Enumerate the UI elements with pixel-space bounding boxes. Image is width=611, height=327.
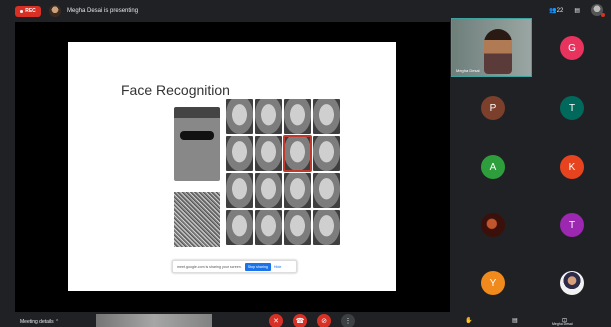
- meeting-details-button[interactable]: Meeting details ⌃: [20, 319, 59, 325]
- sharing-message: meet.google.com is sharing your screen.: [177, 264, 242, 269]
- face-thumbnail: [255, 99, 282, 134]
- face-thumbnail: [313, 136, 340, 171]
- face-thumbnail: [226, 136, 253, 171]
- bottom-bar: Meeting details ⌃ ✕ ☎ ⊘ ⋮ ✋ ▤ ⊡ Megha De…: [0, 312, 611, 327]
- participant-avatar-p[interactable]: P: [481, 96, 505, 120]
- presenting-text: Megha Desai is presenting: [67, 8, 139, 14]
- hangup-icon[interactable]: ☎: [293, 314, 307, 327]
- top-right-controls: 👥22 ▤: [549, 4, 605, 17]
- face-thumbnail: [226, 173, 253, 208]
- hide-button[interactable]: Hide: [274, 265, 281, 269]
- avatar-initial: G: [568, 42, 576, 54]
- people-icon[interactable]: 👥22: [549, 7, 563, 14]
- avatar-initial: T: [568, 102, 576, 114]
- face-with-sunglasses-image: [174, 107, 220, 181]
- chat-icon[interactable]: ▤: [574, 7, 580, 14]
- recording-badge: REC: [15, 5, 41, 17]
- mic-off-icon[interactable]: ✕: [269, 314, 283, 327]
- stop-sharing-button[interactable]: Stop sharing: [244, 262, 271, 271]
- raise-hand-icon[interactable]: ✋: [465, 317, 472, 324]
- participant-avatar-g[interactable]: G: [560, 36, 584, 60]
- self-tile-name: Megha Desai: [456, 68, 480, 73]
- shared-slide: Face Recognition meet.google.com is shar…: [68, 42, 396, 291]
- participant-avatar-photo[interactable]: [481, 213, 505, 237]
- face-thumbnail: [284, 173, 311, 208]
- face-thumbnail: [255, 136, 282, 171]
- meet-window: REC Megha Desai is presenting 👥22 ▤ Face…: [0, 0, 611, 327]
- captions-icon[interactable]: ▤: [512, 317, 518, 324]
- participant-avatar-a[interactable]: A: [481, 155, 505, 179]
- screen-sharing-bar: meet.google.com is sharing your screen. …: [172, 260, 297, 273]
- camera-off-icon[interactable]: ⊘: [317, 314, 331, 327]
- screen-preview-thumbnail: [96, 314, 212, 327]
- presentation-stage: Face Recognition meet.google.com is shar…: [15, 22, 450, 312]
- participants-count: 22: [556, 7, 564, 14]
- face-thumbnail: [313, 173, 340, 208]
- presenter-avatar: [49, 5, 61, 17]
- participant-video: [484, 29, 512, 74]
- avatar-initial: K: [568, 161, 576, 173]
- avatar-initial: P: [489, 102, 497, 114]
- face-thumbnail: [255, 210, 282, 245]
- present-label: Megha Desai: [552, 322, 573, 326]
- participant-avatar-y[interactable]: Y: [481, 271, 505, 295]
- face-thumbnail: [284, 99, 311, 134]
- participant-avatar-t2[interactable]: T: [560, 213, 584, 237]
- avatar-initial: Y: [489, 277, 497, 289]
- account-avatar[interactable]: [591, 4, 605, 17]
- sunglasses-shape: [180, 131, 214, 140]
- participant-avatar-photo-2[interactable]: [560, 271, 584, 295]
- face-thumbnail: [313, 99, 340, 134]
- face-thumbnail: [313, 210, 340, 245]
- face-thumbnail-highlighted: [283, 135, 312, 172]
- avatar-initial: A: [489, 161, 497, 173]
- record-dot-icon: [20, 9, 24, 13]
- more-icon[interactable]: ⋮: [341, 314, 355, 327]
- face-thumbnail: [226, 99, 253, 134]
- participant-avatar-k[interactable]: K: [560, 155, 584, 179]
- face-thumbnail: [226, 210, 253, 245]
- slide-title: Face Recognition: [121, 82, 230, 98]
- face-thumbnail-grid: [226, 99, 340, 245]
- meeting-details-label: Meeting details: [20, 319, 54, 325]
- noise-image: [174, 192, 220, 247]
- chevron-up-icon: ⌃: [55, 319, 60, 325]
- self-video-tile[interactable]: Megha Desai: [451, 18, 532, 77]
- face-thumbnail: [255, 173, 282, 208]
- rec-label: REC: [25, 8, 36, 14]
- notification-dot: [601, 13, 605, 17]
- avatar-initial: T: [568, 219, 576, 231]
- participant-avatar-t[interactable]: T: [560, 96, 584, 120]
- face-thumbnail: [284, 210, 311, 245]
